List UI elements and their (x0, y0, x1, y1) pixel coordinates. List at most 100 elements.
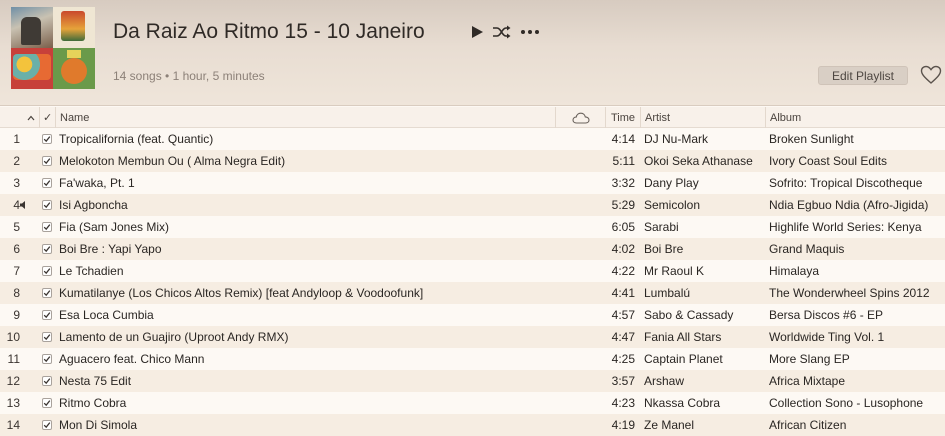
track-album: Sofrito: Tropical Discotheque (769, 176, 923, 190)
track-number: 14 (6, 418, 20, 432)
checkmark-icon (41, 398, 52, 408)
track-number: 9 (13, 308, 20, 322)
track-row[interactable]: 12 Nesta 75 Edit 3:57 Arshaw Africa Mixtape (0, 370, 945, 392)
checkmark-icon (41, 288, 52, 298)
checkmark-icon (41, 266, 52, 276)
track-artist: Lumbalú (644, 286, 691, 300)
sort-column-header[interactable] (25, 107, 37, 128)
track-row[interactable]: 7 Le Tchadien 4:22 Mr Raoul K Himalaya (0, 260, 945, 282)
track-row[interactable]: 13 Ritmo Cobra 4:23 Nkassa Cobra Collection … (0, 392, 945, 414)
track-number: 6 (13, 242, 20, 256)
track-row[interactable]: 3 Fa'waka, Pt. 1 3:32 Dany Play Sofrito: Tro… (0, 172, 945, 194)
column-header-row: ✓ Name Time Artist Album (0, 107, 945, 128)
heart-icon (920, 65, 942, 84)
track-row[interactable]: 10 Lamento de un Guajiro (Uproot Andy RMX… (0, 326, 945, 348)
track-checkbox[interactable] (41, 392, 52, 414)
album-art-2 (53, 7, 95, 48)
track-artist: Fania All Stars (644, 330, 722, 344)
track-artist: Boi Bre (644, 242, 684, 256)
track-name: Le Tchadien (59, 264, 124, 278)
track-row[interactable]: 1 Tropicalifornia (feat. Quantic) 4:14 DJ N… (0, 128, 945, 150)
album-column-header[interactable]: Album (765, 107, 945, 128)
album-art-4 (53, 48, 95, 89)
play-button[interactable] (468, 22, 486, 42)
track-checkbox[interactable] (41, 414, 52, 436)
track-checkbox[interactable] (41, 216, 52, 238)
checkmark-icon (41, 222, 52, 232)
track-checkbox[interactable] (41, 128, 52, 150)
track-row[interactable]: 14 Mon Di Simola 4:19 Ze Manel African Citiz… (0, 414, 945, 436)
track-checkbox[interactable] (41, 194, 52, 216)
track-checkbox[interactable] (41, 260, 52, 282)
track-number: 11 (7, 352, 20, 366)
track-number: 2 (13, 154, 20, 168)
track-checkbox[interactable] (41, 172, 52, 194)
cloud-icon (571, 112, 590, 124)
album-art-1 (11, 7, 53, 48)
track-artist: Semicolon (644, 198, 701, 212)
track-number: 13 (6, 396, 20, 410)
icloud-column-header[interactable] (555, 107, 605, 128)
track-checkbox[interactable] (41, 238, 52, 260)
track-row[interactable]: 4 Isi Agboncha 5:29 Semicolon Ndia Egbuo Ndi… (0, 194, 945, 216)
track-number: 10 (6, 330, 20, 344)
track-album: Grand Maquis (769, 242, 845, 256)
track-checkbox[interactable] (41, 326, 52, 348)
playlist-artwork[interactable] (11, 7, 95, 89)
track-album: Bersa Discos #6 - EP (769, 308, 884, 322)
track-row[interactable]: 2 Melokoton Membun Ou ( Alma Negra Edit) 5… (0, 150, 945, 172)
track-name: Fia (Sam Jones Mix) (59, 220, 170, 234)
track-number: 4 (13, 198, 20, 212)
track-album: Collection Sono - Lusophone (769, 396, 924, 410)
track-name: Ritmo Cobra (59, 396, 127, 410)
track-row[interactable]: 5 Fia (Sam Jones Mix) 6:05 Sarabi Highlife W… (0, 216, 945, 238)
artist-column-header[interactable]: Artist (640, 107, 765, 128)
name-column-header[interactable]: Name (55, 107, 555, 128)
checkmark-icon (41, 178, 52, 188)
track-album: Ivory Coast Soul Edits (769, 154, 888, 168)
track-album: Broken Sunlight (769, 132, 854, 146)
track-checkbox[interactable] (41, 370, 52, 392)
track-row[interactable]: 8 Kumatilanye (Los Chicos Altos Remix) [f… (0, 282, 945, 304)
checkmark-icon (41, 244, 52, 254)
track-row[interactable]: 9 Esa Loca Cumbia 4:57 Sabo & Cassady Bersa … (0, 304, 945, 326)
track-time: 4:57 (611, 308, 635, 322)
track-name: Isi Agboncha (59, 198, 128, 212)
playlist-meta: 14 songs • 1 hour, 5 minutes (113, 69, 265, 83)
track-name: Tropicalifornia (feat. Quantic) (59, 132, 214, 146)
track-artist: Okoi Seka Athanase (644, 154, 753, 168)
track-number: 8 (13, 286, 20, 300)
sort-ascending-icon (27, 115, 35, 120)
track-checkbox[interactable] (41, 304, 52, 326)
track-album: African Citizen (769, 418, 847, 432)
track-checkbox[interactable] (41, 348, 52, 370)
check-column-header[interactable]: ✓ (39, 107, 55, 128)
playlist-title: Da Raiz Ao Ritmo 15 - 10 Janeiro (113, 20, 425, 43)
track-album: Worldwide Ting Vol. 1 (769, 330, 885, 344)
checkmark-icon (41, 156, 52, 166)
track-name: Melokoton Membun Ou ( Alma Negra Edit) (59, 154, 286, 168)
track-checkbox[interactable] (41, 282, 52, 304)
track-name: Esa Loca Cumbia (59, 308, 154, 322)
track-time: 4:41 (611, 286, 635, 300)
track-checkbox[interactable] (41, 150, 52, 172)
track-row[interactable]: 6 Boi Bre : Yapi Yapo 4:02 Boi Bre Grand Maq… (0, 238, 945, 260)
track-row[interactable]: 11 Aguacero feat. Chico Mann 4:25 Captain P… (0, 348, 945, 370)
edit-playlist-button[interactable]: Edit Playlist (818, 66, 908, 85)
love-button[interactable] (920, 65, 942, 85)
more-button[interactable] (518, 22, 542, 42)
track-album: Highlife World Series: Kenya (769, 220, 922, 234)
track-album: Himalaya (769, 264, 820, 278)
track-time: 5:29 (611, 198, 635, 212)
track-time: 3:57 (611, 374, 635, 388)
track-time: 4:47 (611, 330, 635, 344)
track-artist: Nkassa Cobra (644, 396, 721, 410)
track-time: 3:32 (611, 176, 635, 190)
album-art-3 (11, 48, 53, 89)
track-artist: Dany Play (644, 176, 699, 190)
shuffle-button[interactable] (490, 22, 514, 42)
track-album: The Wonderwheel Spins 2012 (769, 286, 930, 300)
track-time: 6:05 (611, 220, 635, 234)
speaker-icon (18, 194, 30, 216)
time-column-header[interactable]: Time (605, 107, 640, 128)
